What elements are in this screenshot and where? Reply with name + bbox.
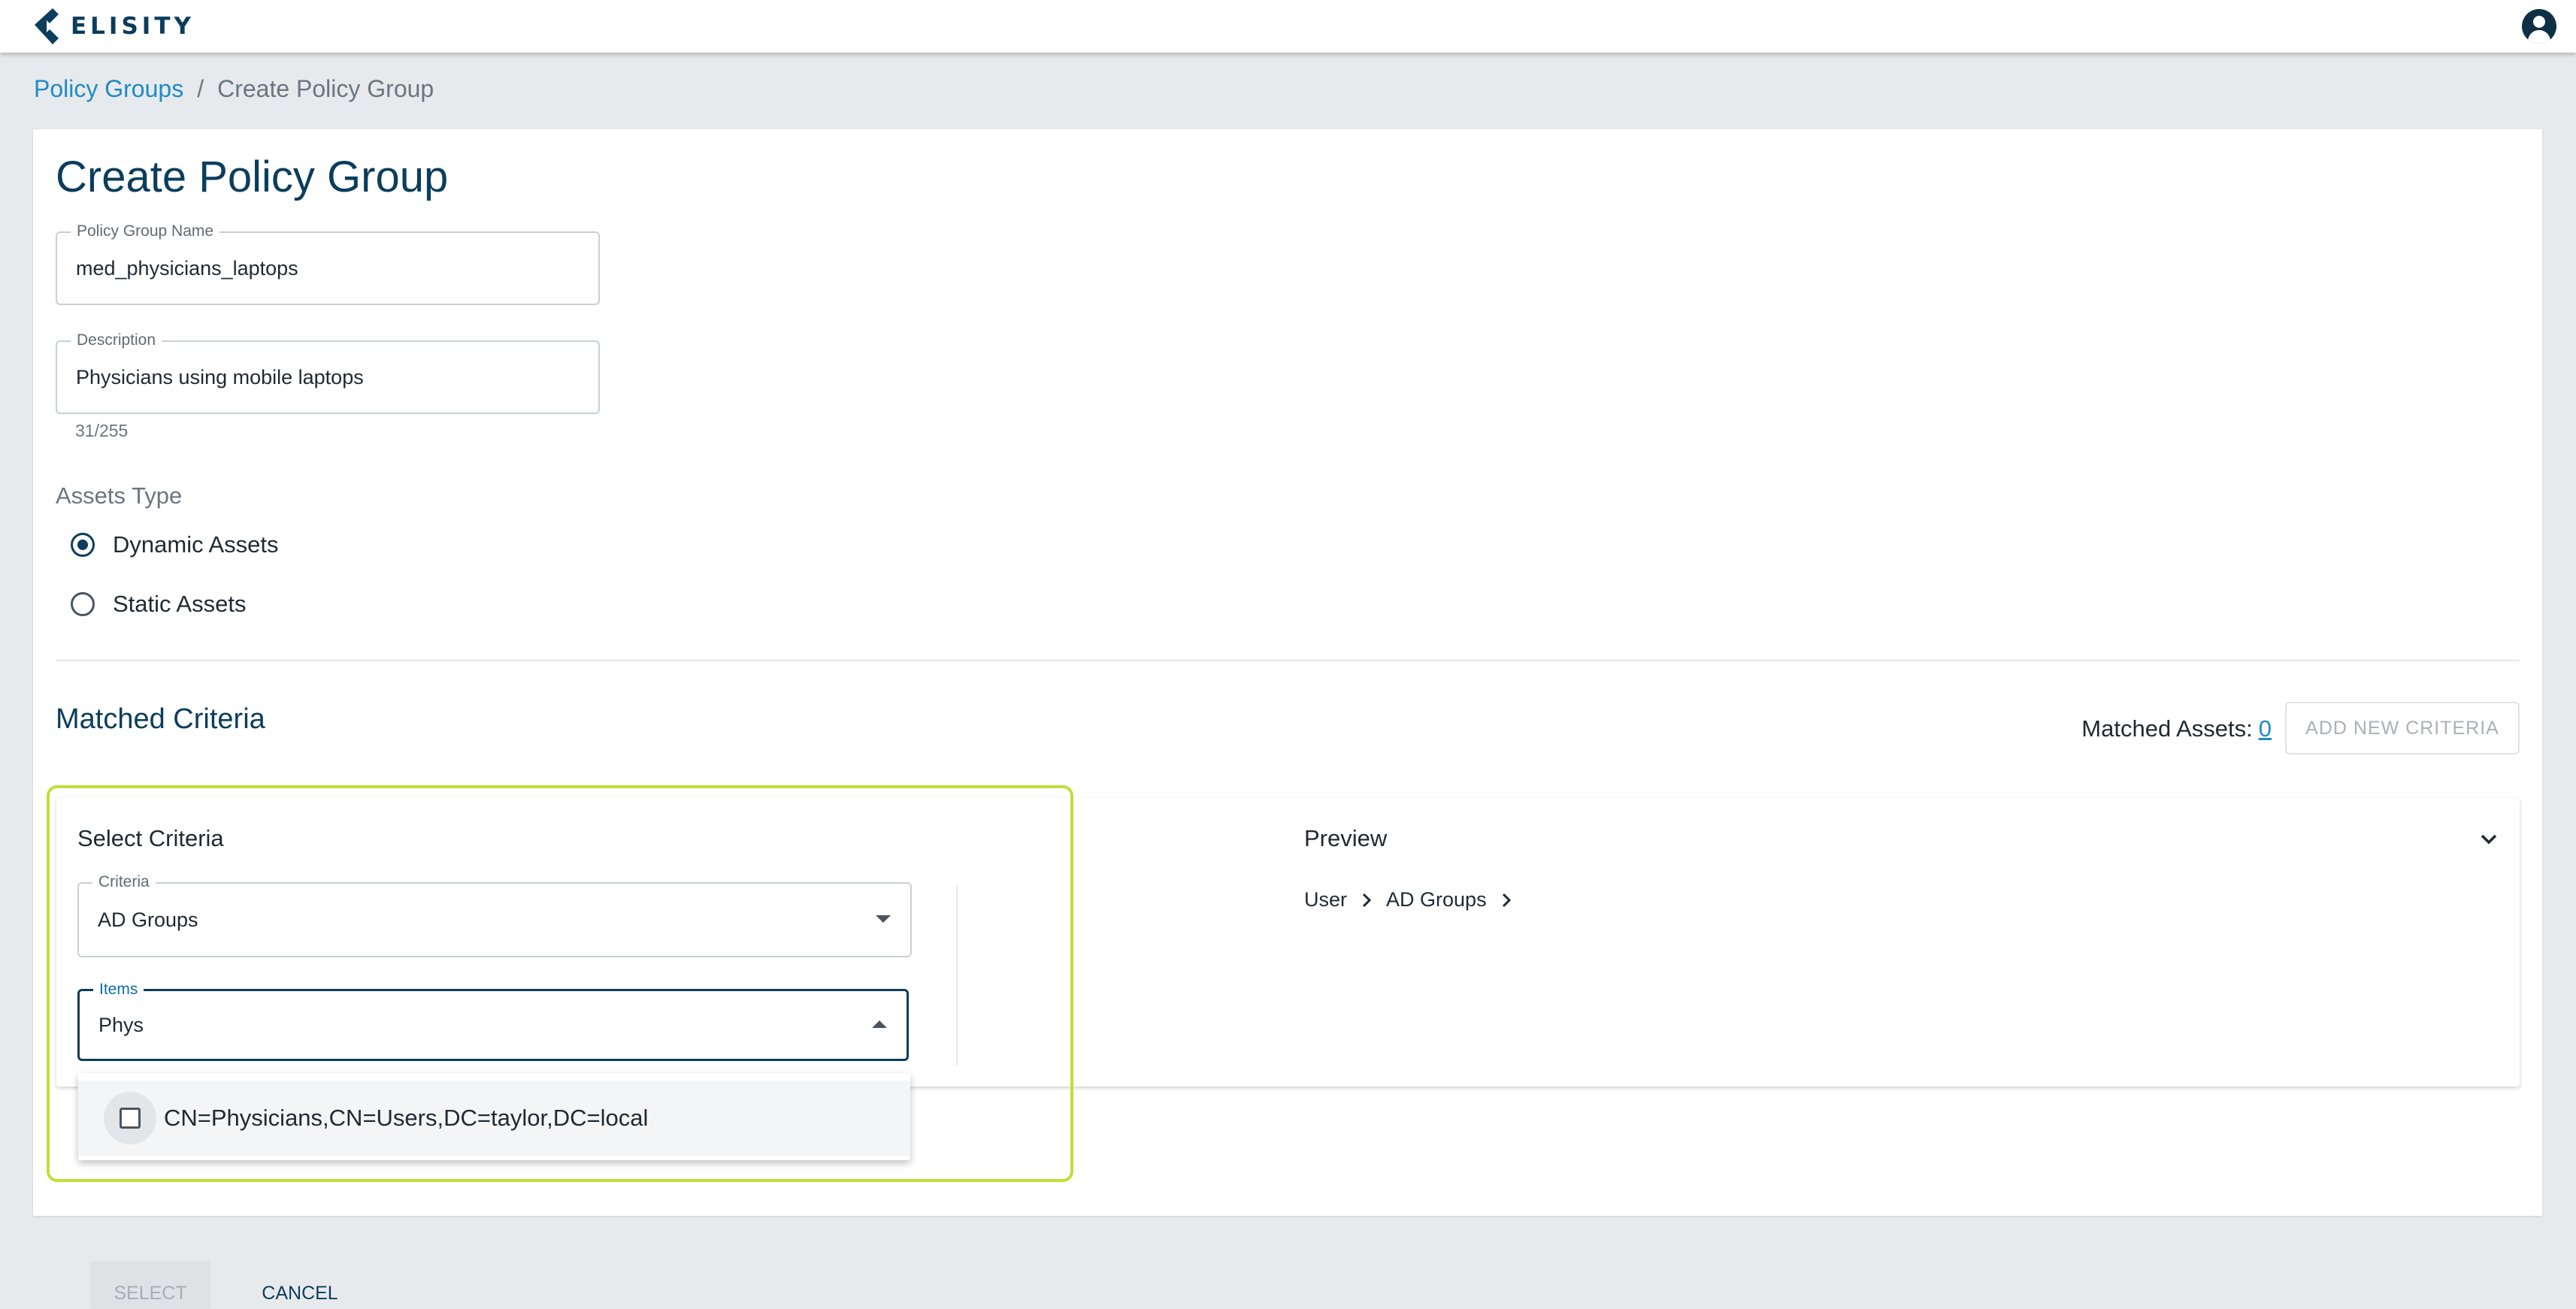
matched-assets-label: Matched Assets: [2081,715,2253,742]
logo-text: ELISITY [71,13,195,40]
top-bar: ELISITY [0,0,2576,53]
radio-static-assets-label: Static Assets [113,591,247,617]
elisity-logo[interactable]: ELISITY [32,5,195,48]
chevron-right-icon [1362,893,1372,907]
criteria-card: Select Criteria Criteria AD Groups Items… [56,798,2520,1087]
radio-dynamic-assets[interactable]: Dynamic Assets [71,531,279,558]
elisity-logo-icon [35,8,59,44]
description-field[interactable]: Description Physicians using mobile lapt… [56,331,600,414]
dropdown-arrow-icon[interactable] [876,915,891,923]
criteria-select[interactable]: Criteria AD Groups [77,873,912,957]
matched-criteria-title: Matched Criteria [56,703,265,735]
criteria-value: AD Groups [98,908,198,931]
preview-title: Preview [1304,825,1388,851]
checkbox-unchecked-icon[interactable] [120,1108,141,1129]
preview-step-ad-groups: AD Groups [1386,888,1487,911]
items-dropdown-list: CN=Physicians,CN=Users,DC=taylor,DC=loca… [78,1073,910,1160]
preview-step-user: User [1304,888,1348,911]
chevron-right-icon [1502,893,1511,907]
radio-static-assets[interactable]: Static Assets [71,591,246,618]
description-char-counter: 31/255 [75,421,129,440]
items-input-value[interactable]: Phys [98,991,144,1059]
add-new-criteria-button[interactable]: ADD NEW CRITERIA [2285,702,2520,754]
assets-type-label: Assets Type [56,482,183,509]
user-avatar-icon[interactable] [2522,9,2556,44]
dropdown-option[interactable]: CN=Physicians,CN=Users,DC=taylor,DC=loca… [78,1081,910,1156]
matched-assets: Matched Assets: 0 [2081,715,2272,742]
description-value: Physicians using mobile laptops [76,365,364,388]
select-criteria-title: Select Criteria [77,825,224,851]
vertical-divider [956,885,958,1066]
page-title: Create Policy Group [56,153,449,201]
breadcrumb-separator: / [197,75,204,102]
matched-assets-count-link[interactable]: 0 [2259,715,2272,742]
breadcrumb-policy-groups-link[interactable]: Policy Groups [34,75,183,103]
policy-group-name-field[interactable]: Policy Group Name med_physicians_laptops [56,222,600,305]
radio-unchecked-icon[interactable] [71,592,95,616]
breadcrumb-current: Create Policy Group [217,75,434,102]
create-policy-group-card: Create Policy Group Policy Group Name me… [33,129,2542,1309]
preview-path: User AD Groups [1304,888,1512,911]
checkbox-wrapper[interactable] [104,1092,156,1144]
cancel-button[interactable]: CANCEL [251,1261,349,1309]
dropdown-option-label: CN=Physicians,CN=Users,DC=taylor,DC=loca… [164,1105,649,1131]
radio-dynamic-assets-label: Dynamic Assets [113,531,279,558]
items-autocomplete-input[interactable]: Items Phys [77,981,909,1061]
section-divider [56,660,2520,661]
select-button[interactable]: SELECT [90,1261,210,1309]
breadcrumb: Policy Groups / Create Policy Group [34,75,434,103]
dropdown-arrow-up-icon[interactable] [872,1020,887,1028]
radio-checked-icon[interactable] [71,533,95,557]
policy-group-name-value: med_physicians_laptops [76,256,298,280]
chevron-down-icon[interactable] [2478,828,2500,851]
